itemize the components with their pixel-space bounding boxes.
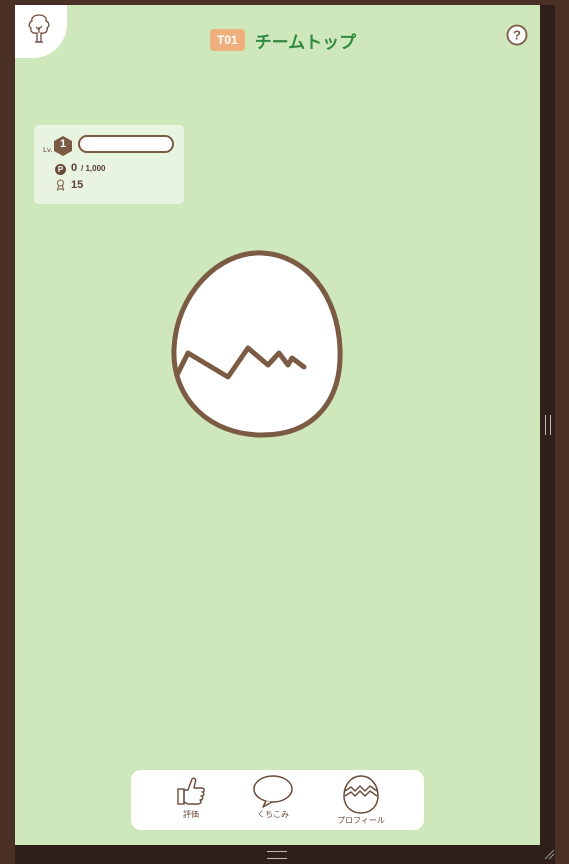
status-card: Lv. 1 P 0 / 1,000 15 (34, 125, 184, 204)
home-button[interactable] (15, 5, 67, 58)
app-screen: T01 チームトップ ? Lv. 1 P 0 / 1,000 15 評価 くちこ… (15, 5, 540, 845)
points-icon: P (55, 164, 66, 175)
tree-icon (28, 14, 50, 43)
cracked-egg-icon (343, 775, 379, 814)
help-label: ? (513, 28, 521, 43)
window-frame-right (555, 0, 569, 864)
nav-label-profile: プロフィール (337, 816, 385, 825)
level-label: Lv. (43, 146, 53, 154)
badge-icon (56, 179, 65, 191)
header-title: T01 チームトップ (210, 27, 356, 53)
side-resize-handle[interactable] (545, 415, 551, 435)
speech-bubble-icon (253, 775, 293, 808)
points-value: 0 (71, 162, 78, 174)
thumbs-up-icon (177, 777, 205, 805)
experience-bar (78, 135, 174, 153)
team-code-badge: T01 (210, 29, 245, 51)
nav-item-reviews[interactable]: くちこみ (238, 774, 308, 830)
bottom-resize-handle[interactable] (267, 851, 287, 859)
nav-label-evaluation: 評価 (183, 810, 199, 819)
nav-item-profile[interactable]: プロフィール (326, 774, 396, 830)
bottom-nav: 評価 くちこみ プロフィール (131, 770, 424, 830)
resize-grip-icon[interactable] (541, 846, 555, 860)
badge-count: 15 (71, 179, 84, 191)
level-number: 1 (59, 138, 67, 150)
egg-character-icon[interactable] (170, 249, 350, 441)
nav-label-reviews: くちこみ (257, 810, 289, 819)
help-icon[interactable]: ? (506, 24, 528, 46)
page-title: チームトップ (254, 32, 357, 53)
points-max: / 1,000 (81, 164, 106, 173)
nav-item-evaluation[interactable]: 評価 (156, 774, 226, 830)
